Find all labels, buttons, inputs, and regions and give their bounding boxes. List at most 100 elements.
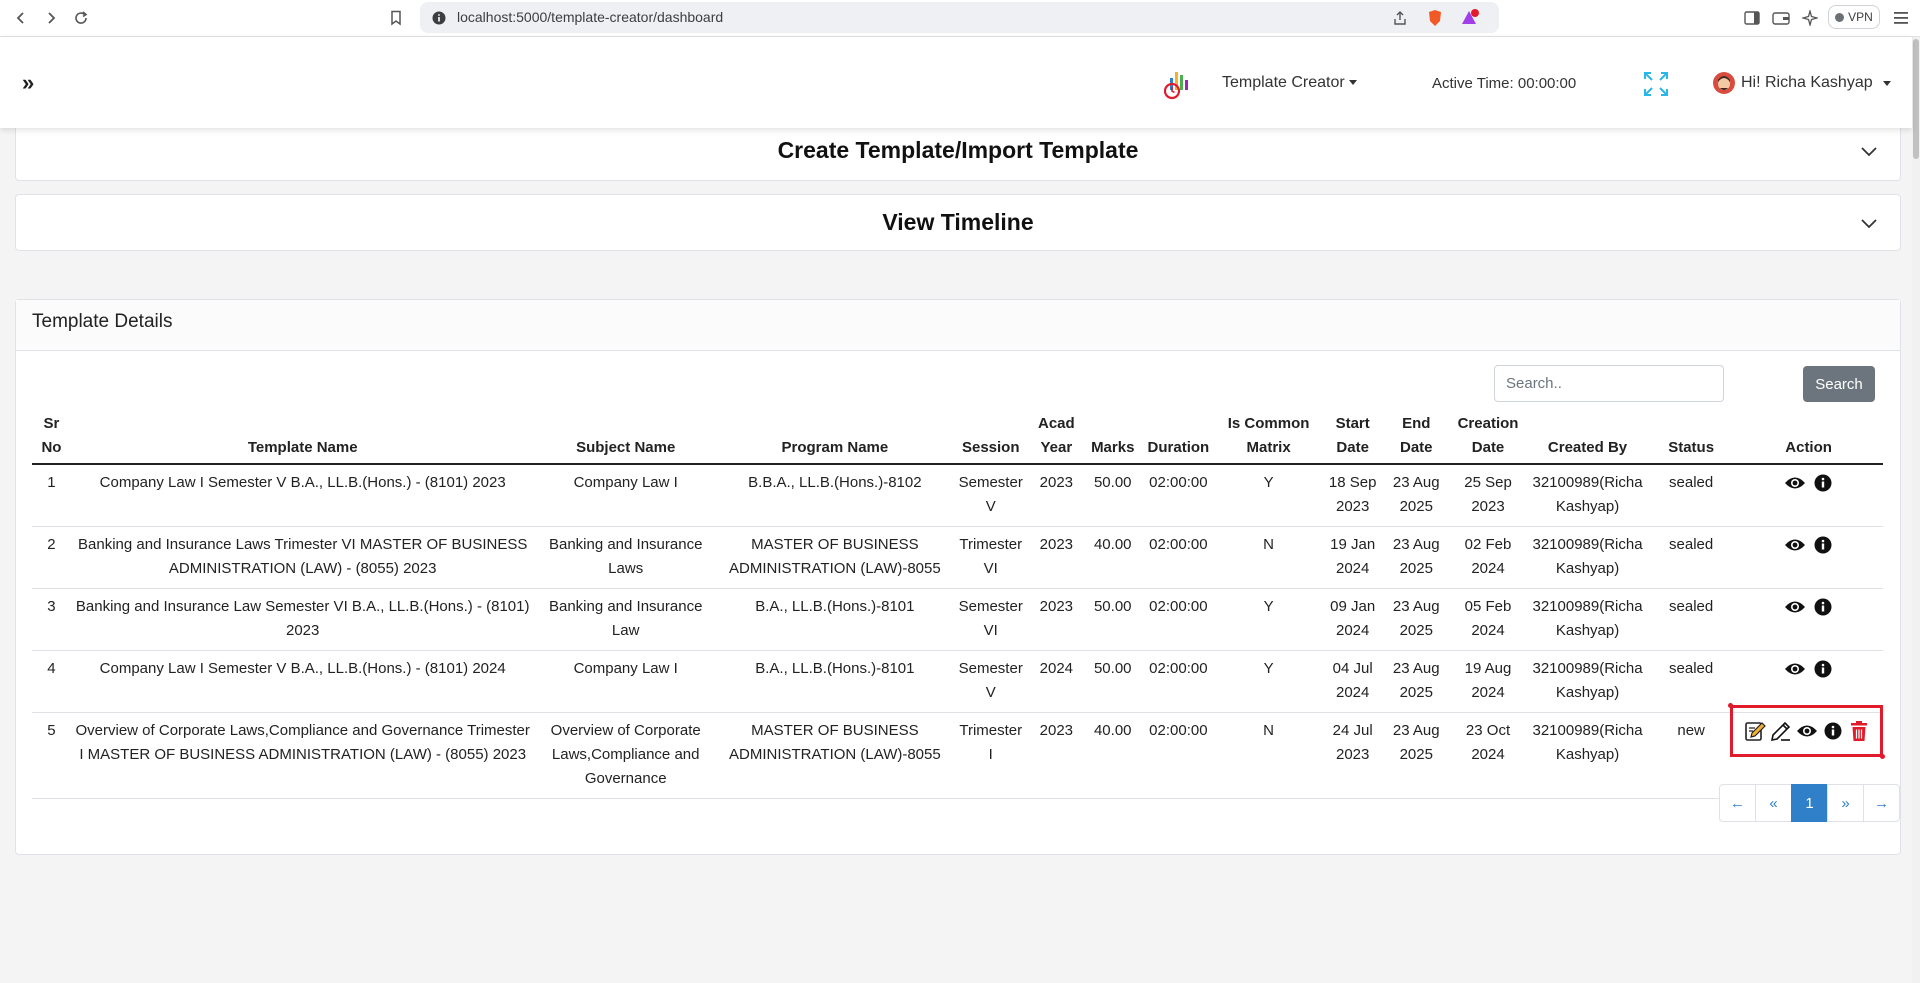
cell-end-date: 23 Aug 2025 <box>1383 712 1450 799</box>
cell-end-date: 23 Aug 2025 <box>1383 526 1450 589</box>
cell-subject-name: Banking and Insurance Laws <box>534 526 717 589</box>
cell-end-date: 23 Aug 2025 <box>1383 650 1450 713</box>
info-icon[interactable] <box>1821 719 1845 743</box>
cell-program-name: B.A., LL.B.(Hons.)-8101 <box>716 588 953 651</box>
first-page-button[interactable]: ← <box>1719 784 1756 822</box>
cell-session: Trimester I <box>952 712 1029 799</box>
cell-creation-date: 19 Aug 2024 <box>1449 650 1527 713</box>
action-buttons <box>1738 533 1879 557</box>
cell-created-by: 32100989(Richa Kashyap) <box>1526 588 1649 651</box>
eye-icon[interactable] <box>1795 719 1819 743</box>
page-scrollbar[interactable] <box>1912 37 1920 983</box>
cell-template-name: Overview of Corporate Laws,Compliance an… <box>70 712 535 799</box>
card-title: Template Details <box>16 300 1900 351</box>
col-action: Action <box>1734 410 1883 465</box>
pagination: ← « 1 » → <box>1719 784 1900 822</box>
cell-status: sealed <box>1648 650 1735 713</box>
action-buttons <box>1738 657 1879 681</box>
share-icon[interactable] <box>1390 8 1410 28</box>
cell-sr-no: 5 <box>32 712 71 799</box>
col-created-by: Created By <box>1526 410 1649 465</box>
template-creator-menu[interactable]: Template Creator <box>1222 74 1357 92</box>
vpn-button[interactable]: VPN <box>1828 5 1880 29</box>
cell-template-name: Banking and Insurance Laws Trimester VI … <box>70 526 535 589</box>
search-input[interactable] <box>1494 365 1724 402</box>
cell-duration: 02:00:00 <box>1141 712 1216 799</box>
cell-sr-no: 1 <box>32 464 71 527</box>
prev-page-button[interactable]: « <box>1755 784 1792 822</box>
chevron-down-icon <box>1860 142 1878 160</box>
browser-menu-icon[interactable] <box>1890 7 1912 29</box>
cell-program-name: B.A., LL.B.(Hons.)-8101 <box>716 650 953 713</box>
table-row: 4 Company Law I Semester V B.A., LL.B.(Ho… <box>32 650 1883 713</box>
table-row: 3 Banking and Insurance Law Semester VI B… <box>32 588 1883 651</box>
pencil-icon[interactable] <box>1769 719 1793 743</box>
info-icon[interactable] <box>1811 595 1835 619</box>
last-page-button[interactable]: → <box>1863 784 1900 822</box>
cell-start-date: 24 Jul 2023 <box>1321 712 1384 799</box>
cell-sr-no: 3 <box>32 588 71 651</box>
edit-matrix-icon[interactable] <box>1743 719 1767 743</box>
cell-creation-date: 05 Feb 2024 <box>1449 588 1527 651</box>
cell-acad-year: 2023 <box>1028 526 1085 589</box>
col-start-date: Start Date <box>1321 410 1384 465</box>
table-header-row: Sr No Template Name Subject Name Program … <box>32 410 1883 465</box>
col-session: Session <box>952 410 1029 465</box>
address-bar[interactable]: localhost:5000/template-creator/dashboar… <box>420 2 1499 33</box>
eye-icon[interactable] <box>1783 595 1807 619</box>
create-template-accordion[interactable]: Create Template/Import Template <box>15 124 1901 181</box>
brave-shield-icon[interactable] <box>1425 8 1445 28</box>
col-creation-date: Creation Date <box>1449 410 1527 465</box>
forward-icon[interactable] <box>40 7 62 29</box>
chevron-down-icon <box>1882 80 1891 86</box>
cell-marks: 50.00 <box>1084 650 1142 713</box>
col-sr-no: Sr No <box>32 410 71 465</box>
cell-subject-name: Overview of Corporate Laws,Compliance an… <box>534 712 717 799</box>
leo-ai-icon[interactable] <box>1799 7 1821 29</box>
cell-sr-no: 4 <box>32 650 71 713</box>
cell-is-common-matrix: N <box>1215 712 1322 799</box>
cell-subject-name: Banking and Insurance Law <box>534 588 717 651</box>
cell-created-by: 32100989(Richa Kashyap) <box>1526 464 1649 527</box>
cell-creation-date: 25 Sep 2023 <box>1449 464 1527 527</box>
trash-icon[interactable] <box>1847 719 1871 743</box>
cell-start-date: 04 Jul 2024 <box>1321 650 1384 713</box>
sidebar-expand-icon[interactable]: » <box>22 70 34 96</box>
back-icon[interactable] <box>10 7 32 29</box>
eye-icon[interactable] <box>1783 533 1807 557</box>
info-icon[interactable] <box>1811 471 1835 495</box>
scrollbar-thumb[interactable] <box>1913 39 1919 159</box>
col-end-date: End Date <box>1383 410 1450 465</box>
app-logo <box>1161 66 1195 100</box>
fullscreen-icon[interactable] <box>1642 70 1670 98</box>
cell-end-date: 23 Aug 2025 <box>1383 464 1450 527</box>
wallet-icon[interactable] <box>1770 7 1792 29</box>
cell-subject-name: Company Law I <box>534 464 717 527</box>
user-menu[interactable]: Hi! Richa Kashyap <box>1713 72 1891 94</box>
cell-template-name: Company Law I Semester V B.A., LL.B.(Hon… <box>70 650 535 713</box>
url-text: localhost:5000/template-creator/dashboar… <box>457 9 724 25</box>
cell-sr-no: 2 <box>32 526 71 589</box>
reload-icon[interactable] <box>70 7 92 29</box>
brave-rewards-icon[interactable] <box>1460 8 1480 28</box>
template-table: Sr No Template Name Subject Name Program … <box>32 410 1885 799</box>
view-timeline-accordion[interactable]: View Timeline <box>15 194 1901 251</box>
table-row: 2 Banking and Insurance Laws Trimester VI… <box>32 526 1883 589</box>
cell-end-date: 23 Aug 2025 <box>1383 588 1450 651</box>
search-button[interactable]: Search <box>1803 366 1875 402</box>
eye-icon[interactable] <box>1783 657 1807 681</box>
info-icon[interactable] <box>1811 533 1835 557</box>
eye-icon[interactable] <box>1783 471 1807 495</box>
bookmark-icon[interactable] <box>385 7 407 29</box>
sidebar-toggle-icon[interactable] <box>1741 7 1763 29</box>
cell-duration: 02:00:00 <box>1141 526 1216 589</box>
cell-program-name: MASTER OF BUSINESS ADMINISTRATION (LAW)-… <box>716 712 953 799</box>
vpn-label: VPN <box>1848 10 1873 24</box>
col-is-common-matrix: Is Common Matrix <box>1215 410 1322 465</box>
cell-marks: 40.00 <box>1084 526 1142 589</box>
next-page-button[interactable]: » <box>1827 784 1864 822</box>
page-1-button[interactable]: 1 <box>1791 784 1828 822</box>
template-details-card: Template Details Search SrNo Template Na… <box>15 299 1901 855</box>
site-info-icon[interactable] <box>429 8 449 28</box>
info-icon[interactable] <box>1811 657 1835 681</box>
